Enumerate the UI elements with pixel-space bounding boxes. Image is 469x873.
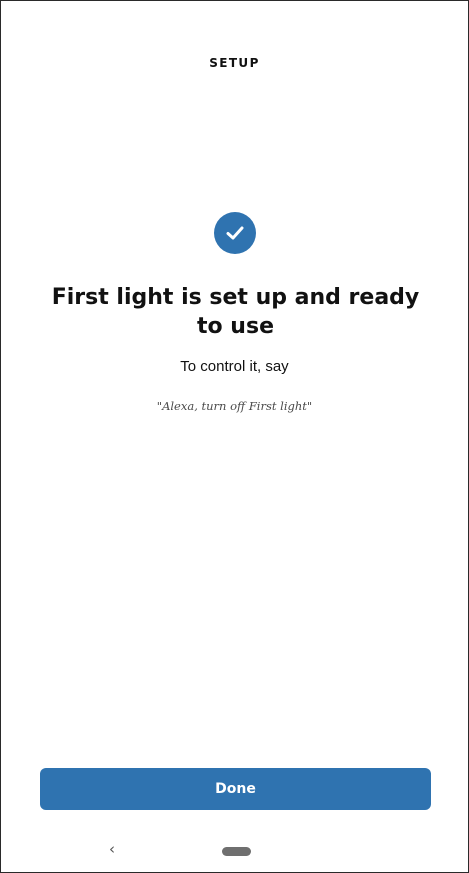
home-pill-icon[interactable] [222,847,251,856]
checkmark-glyph [226,226,244,240]
system-navigation-bar: ‹ [1,833,468,869]
back-chevron-icon[interactable]: ‹ [109,839,115,859]
instruction-text: To control it, say [180,358,289,375]
page-title: First light is set up and ready to use [51,285,420,339]
page-header-title: SETUP [209,56,260,70]
voice-command-example: "Alexa, turn off First light" [156,399,313,413]
checkmark-icon [214,212,256,254]
setup-screen: SETUP First light is set up and ready to… [0,0,469,873]
done-button[interactable]: Done [40,768,431,810]
